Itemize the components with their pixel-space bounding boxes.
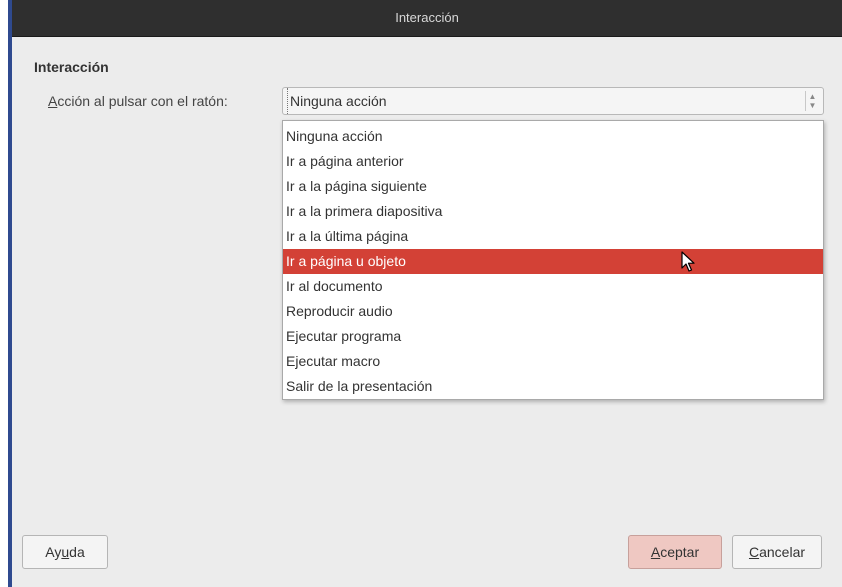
- dropdown-option[interactable]: Ir a página u objeto: [283, 249, 823, 274]
- up-down-arrows-icon[interactable]: ▲ ▼: [805, 91, 819, 111]
- dropdown-option[interactable]: Ir a página anterior: [283, 149, 823, 174]
- help-button[interactable]: Ayuda: [22, 535, 108, 569]
- accept-label-mnemonic: A: [650, 544, 661, 560]
- interaction-dialog: Interacción Interacción Acción al pulsar…: [12, 0, 842, 587]
- combobox-value: Ninguna acción: [287, 88, 387, 114]
- label-mnemonic: A: [48, 93, 58, 109]
- cancel-button[interactable]: Cancelar: [732, 535, 822, 569]
- dropdown-option[interactable]: Ir al documento: [283, 274, 823, 299]
- help-label-before: Ay: [45, 544, 62, 560]
- dropdown-option[interactable]: Ir a la página siguiente: [283, 174, 823, 199]
- accept-label-after: ceptar: [660, 544, 700, 560]
- mouse-action-label: Acción al pulsar con el ratón:: [48, 93, 228, 109]
- dropdown-option[interactable]: Ejecutar macro: [283, 349, 823, 374]
- dropdown-option[interactable]: Salir de la presentación: [283, 374, 823, 399]
- cancel-label-mnemonic: C: [748, 544, 760, 560]
- dropdown-option[interactable]: Ejecutar programa: [283, 324, 823, 349]
- accept-button[interactable]: Aceptar: [628, 535, 722, 569]
- help-label-mnemonic: u: [61, 544, 70, 560]
- help-label-after: da: [69, 544, 85, 560]
- cancel-label-after: ancelar: [759, 544, 806, 560]
- section-title: Interacción: [34, 59, 109, 75]
- screen: Interacción Interacción Acción al pulsar…: [0, 0, 842, 587]
- dialog-title: Interacción: [395, 10, 459, 25]
- label-rest: cción al pulsar con el ratón:: [57, 93, 228, 109]
- dropdown-option[interactable]: Reproducir audio: [283, 299, 823, 324]
- dialog-titlebar[interactable]: Interacción: [12, 0, 842, 37]
- mouse-action-combobox[interactable]: Ninguna acción ▲ ▼: [282, 87, 824, 115]
- dropdown-option[interactable]: Ir a la primera diapositiva: [283, 199, 823, 224]
- background-margin: [0, 0, 8, 587]
- dropdown-option[interactable]: Ir a la última página: [283, 224, 823, 249]
- mouse-pointer-icon: [681, 251, 695, 272]
- dropdown-option[interactable]: Ninguna acción: [283, 124, 823, 149]
- mouse-action-dropdown-list: Ninguna acción Ir a página anterior Ir a l…: [282, 120, 824, 400]
